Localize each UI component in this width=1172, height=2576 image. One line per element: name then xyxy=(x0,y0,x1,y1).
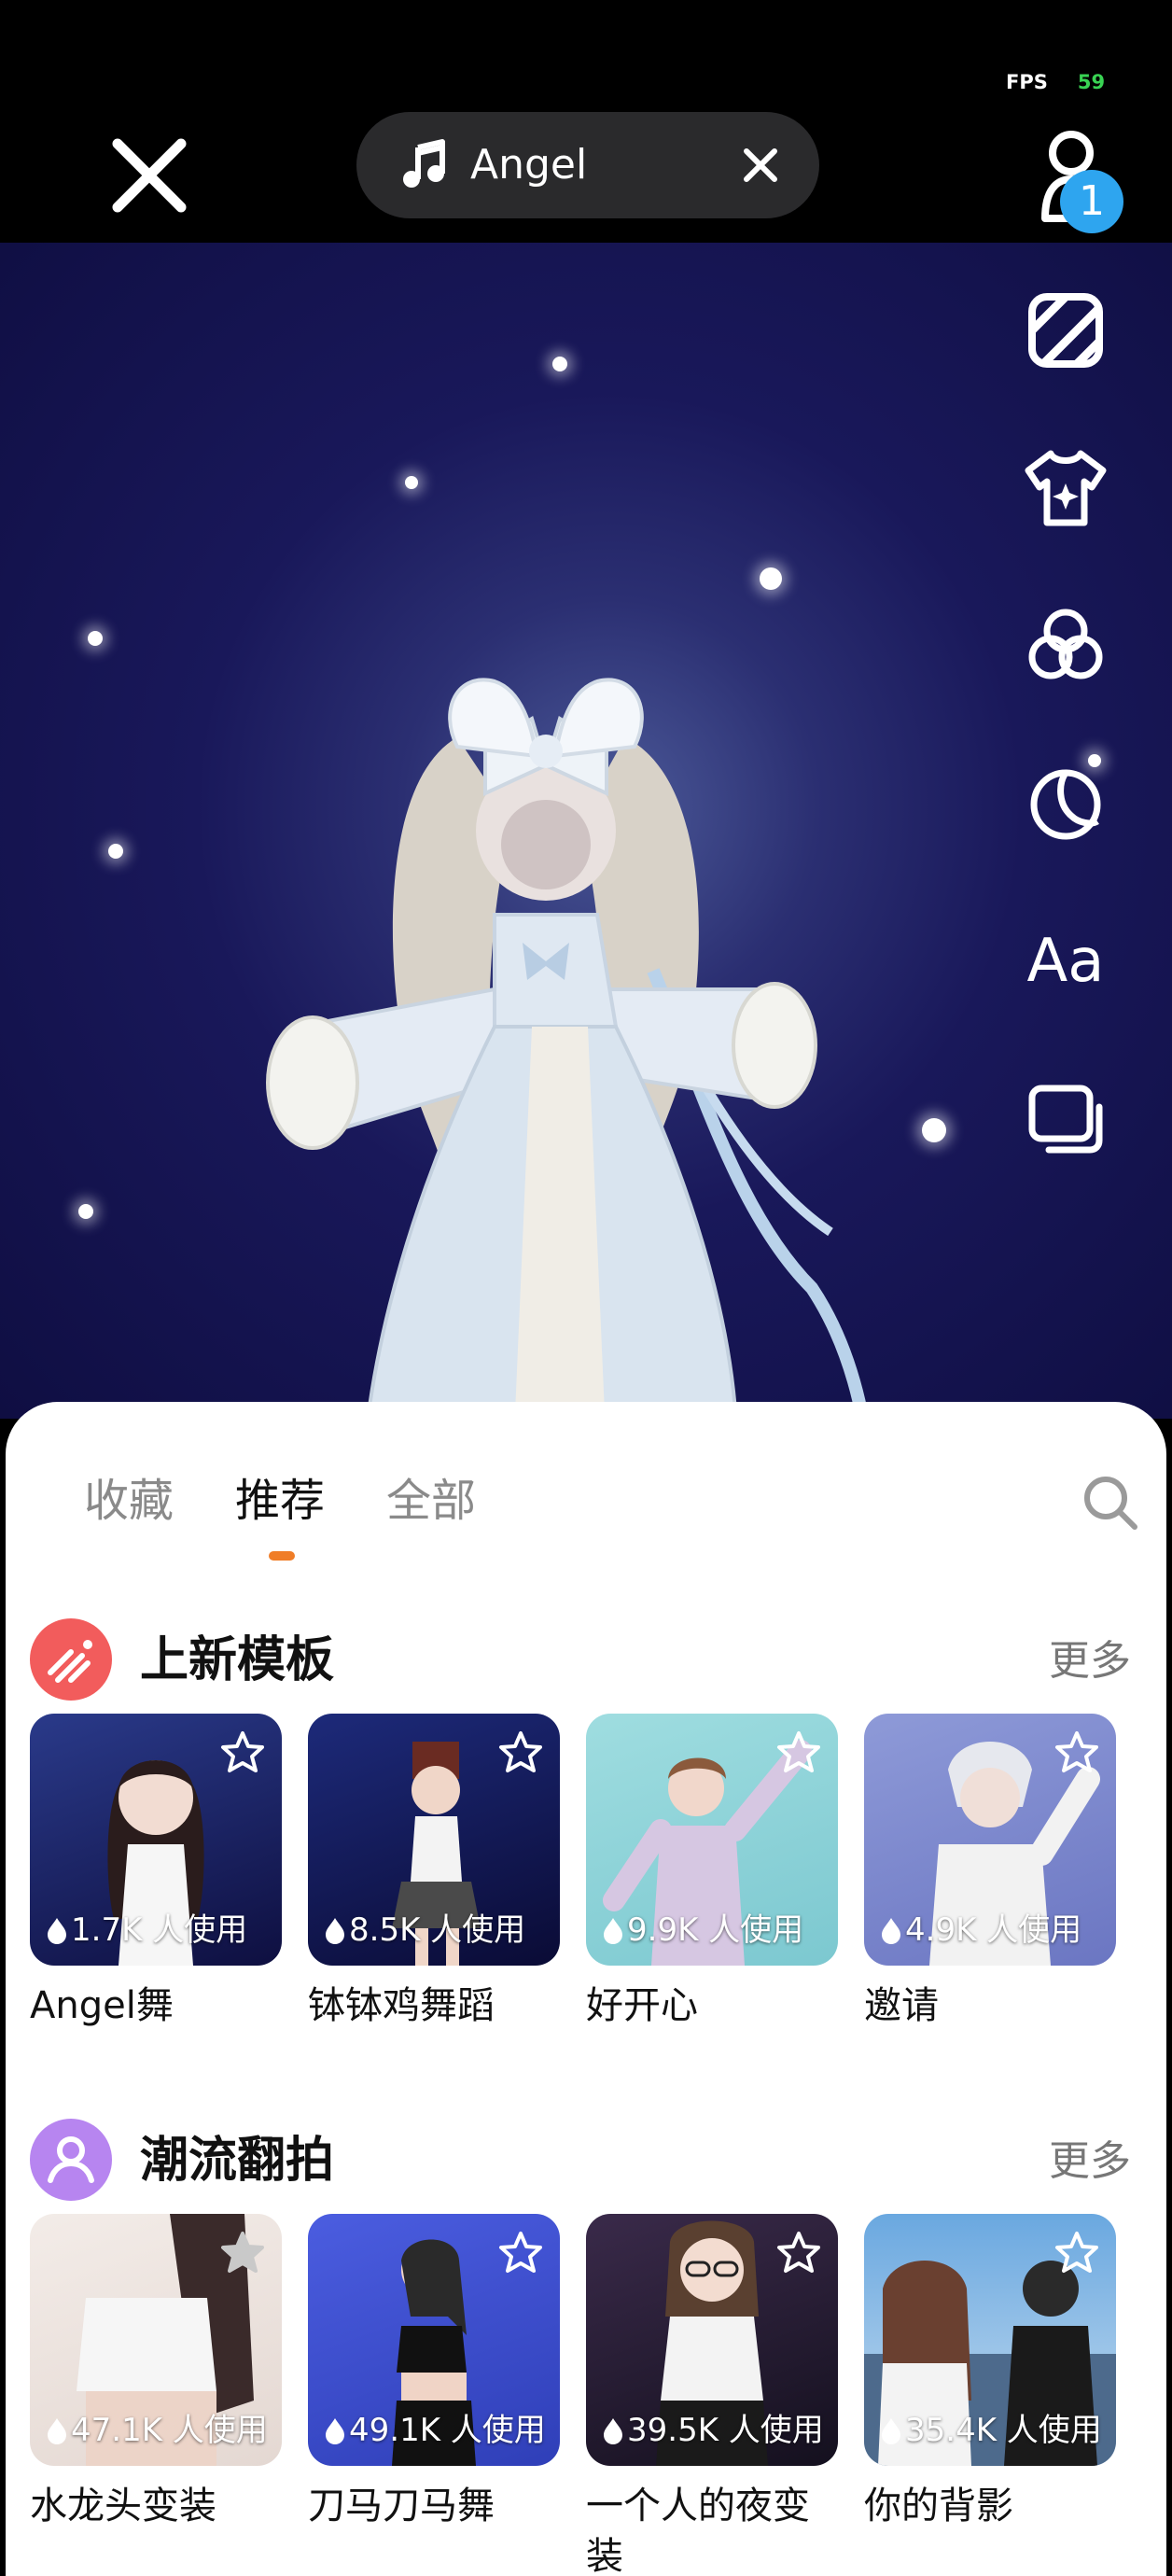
stripes-icon[interactable] xyxy=(1021,286,1110,375)
music-note-icon xyxy=(403,139,445,188)
flame-icon xyxy=(604,1918,622,1944)
usage-count: 8.5K 人使用 xyxy=(323,1910,525,1951)
flame-icon xyxy=(48,1918,66,1944)
template-name: 你的背影 xyxy=(864,2485,1013,2527)
shirt-icon[interactable] xyxy=(1021,442,1110,532)
sparkle xyxy=(88,631,103,646)
section-title-new: 上新模板 xyxy=(140,1632,335,1688)
star-icon[interactable] xyxy=(218,1729,267,1777)
flame-icon xyxy=(48,2418,66,2444)
template-card[interactable]: 35.4K 人使用 xyxy=(864,2214,1116,2466)
usage-count: 47.1K 人使用 xyxy=(45,2410,268,2451)
template-sheet: 收藏 推荐 全部 上新模板 更多 1.7K 人使用 Angel舞 8.5K 人使… xyxy=(6,1402,1166,2576)
usage-count: 35.4K 人使用 xyxy=(879,2410,1102,2451)
flame-icon xyxy=(882,1918,900,1944)
star-icon[interactable] xyxy=(496,2229,545,2277)
tab-recommended[interactable]: 推荐 xyxy=(235,1471,325,1531)
template-name: Angel舞 xyxy=(30,1984,174,2027)
template-card[interactable]: 39.5K 人使用 xyxy=(586,2214,838,2466)
sparkle xyxy=(108,844,123,859)
star-icon[interactable] xyxy=(774,2229,823,2277)
more-link-trending[interactable]: 更多 xyxy=(1049,2134,1131,2190)
flame-icon xyxy=(326,2418,344,2444)
template-name: 水龙头变装 xyxy=(30,2485,216,2527)
fps-value: 59 xyxy=(1077,71,1106,93)
active-tab-indicator xyxy=(269,1551,295,1561)
usage-count: 39.5K 人使用 xyxy=(601,2410,824,2451)
close-icon[interactable] xyxy=(105,131,194,220)
fps-label: FPS xyxy=(1006,71,1048,93)
template-name: 钵钵鸡舞蹈 xyxy=(308,1984,495,2027)
template-card[interactable]: 9.9K 人使用 xyxy=(586,1714,838,1966)
more-link-new[interactable]: 更多 xyxy=(1049,1633,1131,1689)
star-icon[interactable] xyxy=(774,1729,823,1777)
text-icon[interactable]: Aa xyxy=(1021,917,1110,1006)
template-name: 邀请 xyxy=(864,1984,939,2027)
template-name: 一个人的夜变装 xyxy=(586,2485,810,2576)
star-icon[interactable] xyxy=(1053,1729,1101,1777)
template-card[interactable]: 8.5K 人使用 xyxy=(308,1714,560,1966)
template-card[interactable]: 49.1K 人使用 xyxy=(308,2214,560,2466)
top-bar: FPS 59 Angel 1 xyxy=(0,0,1172,243)
avatar-preview-stage[interactable]: Aa xyxy=(0,243,1172,1419)
filter-circles-icon[interactable] xyxy=(1021,601,1110,691)
fps-counter: FPS 59 xyxy=(1006,71,1105,93)
section-title-trending: 潮流翻拍 xyxy=(140,2133,335,2189)
tab-favorites[interactable]: 收藏 xyxy=(84,1471,174,1531)
usage-count: 1.7K 人使用 xyxy=(45,1910,247,1951)
sparkle xyxy=(78,1204,93,1219)
avatar-figure xyxy=(266,678,870,1419)
flame-icon xyxy=(604,2418,622,2444)
usage-count: 4.9K 人使用 xyxy=(879,1910,1081,1951)
sparkle xyxy=(552,357,567,371)
star-icon[interactable] xyxy=(1053,2229,1101,2277)
usage-count: 49.1K 人使用 xyxy=(323,2410,546,2451)
usage-count: 9.9K 人使用 xyxy=(601,1910,803,1951)
sparkle xyxy=(405,476,418,489)
music-selector[interactable]: Angel xyxy=(356,112,819,218)
template-card[interactable]: 47.1K 人使用 xyxy=(30,2214,282,2466)
template-card[interactable]: 1.7K 人使用 xyxy=(30,1714,282,1966)
star-icon[interactable] xyxy=(218,2229,267,2277)
music-title: Angel xyxy=(470,141,588,189)
moon-icon[interactable] xyxy=(1021,760,1110,849)
flame-icon xyxy=(882,2418,900,2444)
sparkle xyxy=(922,1118,946,1142)
star-icon[interactable] xyxy=(496,1729,545,1777)
user-count-badge: 1 xyxy=(1060,170,1123,233)
search-icon[interactable] xyxy=(1081,1473,1140,1533)
tab-all[interactable]: 全部 xyxy=(386,1471,476,1531)
flame-icon xyxy=(326,1918,344,1944)
trending-remake-icon xyxy=(30,2119,112,2201)
new-templates-icon xyxy=(30,1618,112,1701)
template-card[interactable]: 4.9K 人使用 xyxy=(864,1714,1116,1966)
clear-music-icon[interactable] xyxy=(739,144,782,187)
template-name: 刀马刀马舞 xyxy=(308,2485,495,2527)
layers-icon[interactable] xyxy=(1021,1075,1110,1165)
template-name: 好开心 xyxy=(586,1984,698,2027)
sparkle xyxy=(760,567,782,590)
